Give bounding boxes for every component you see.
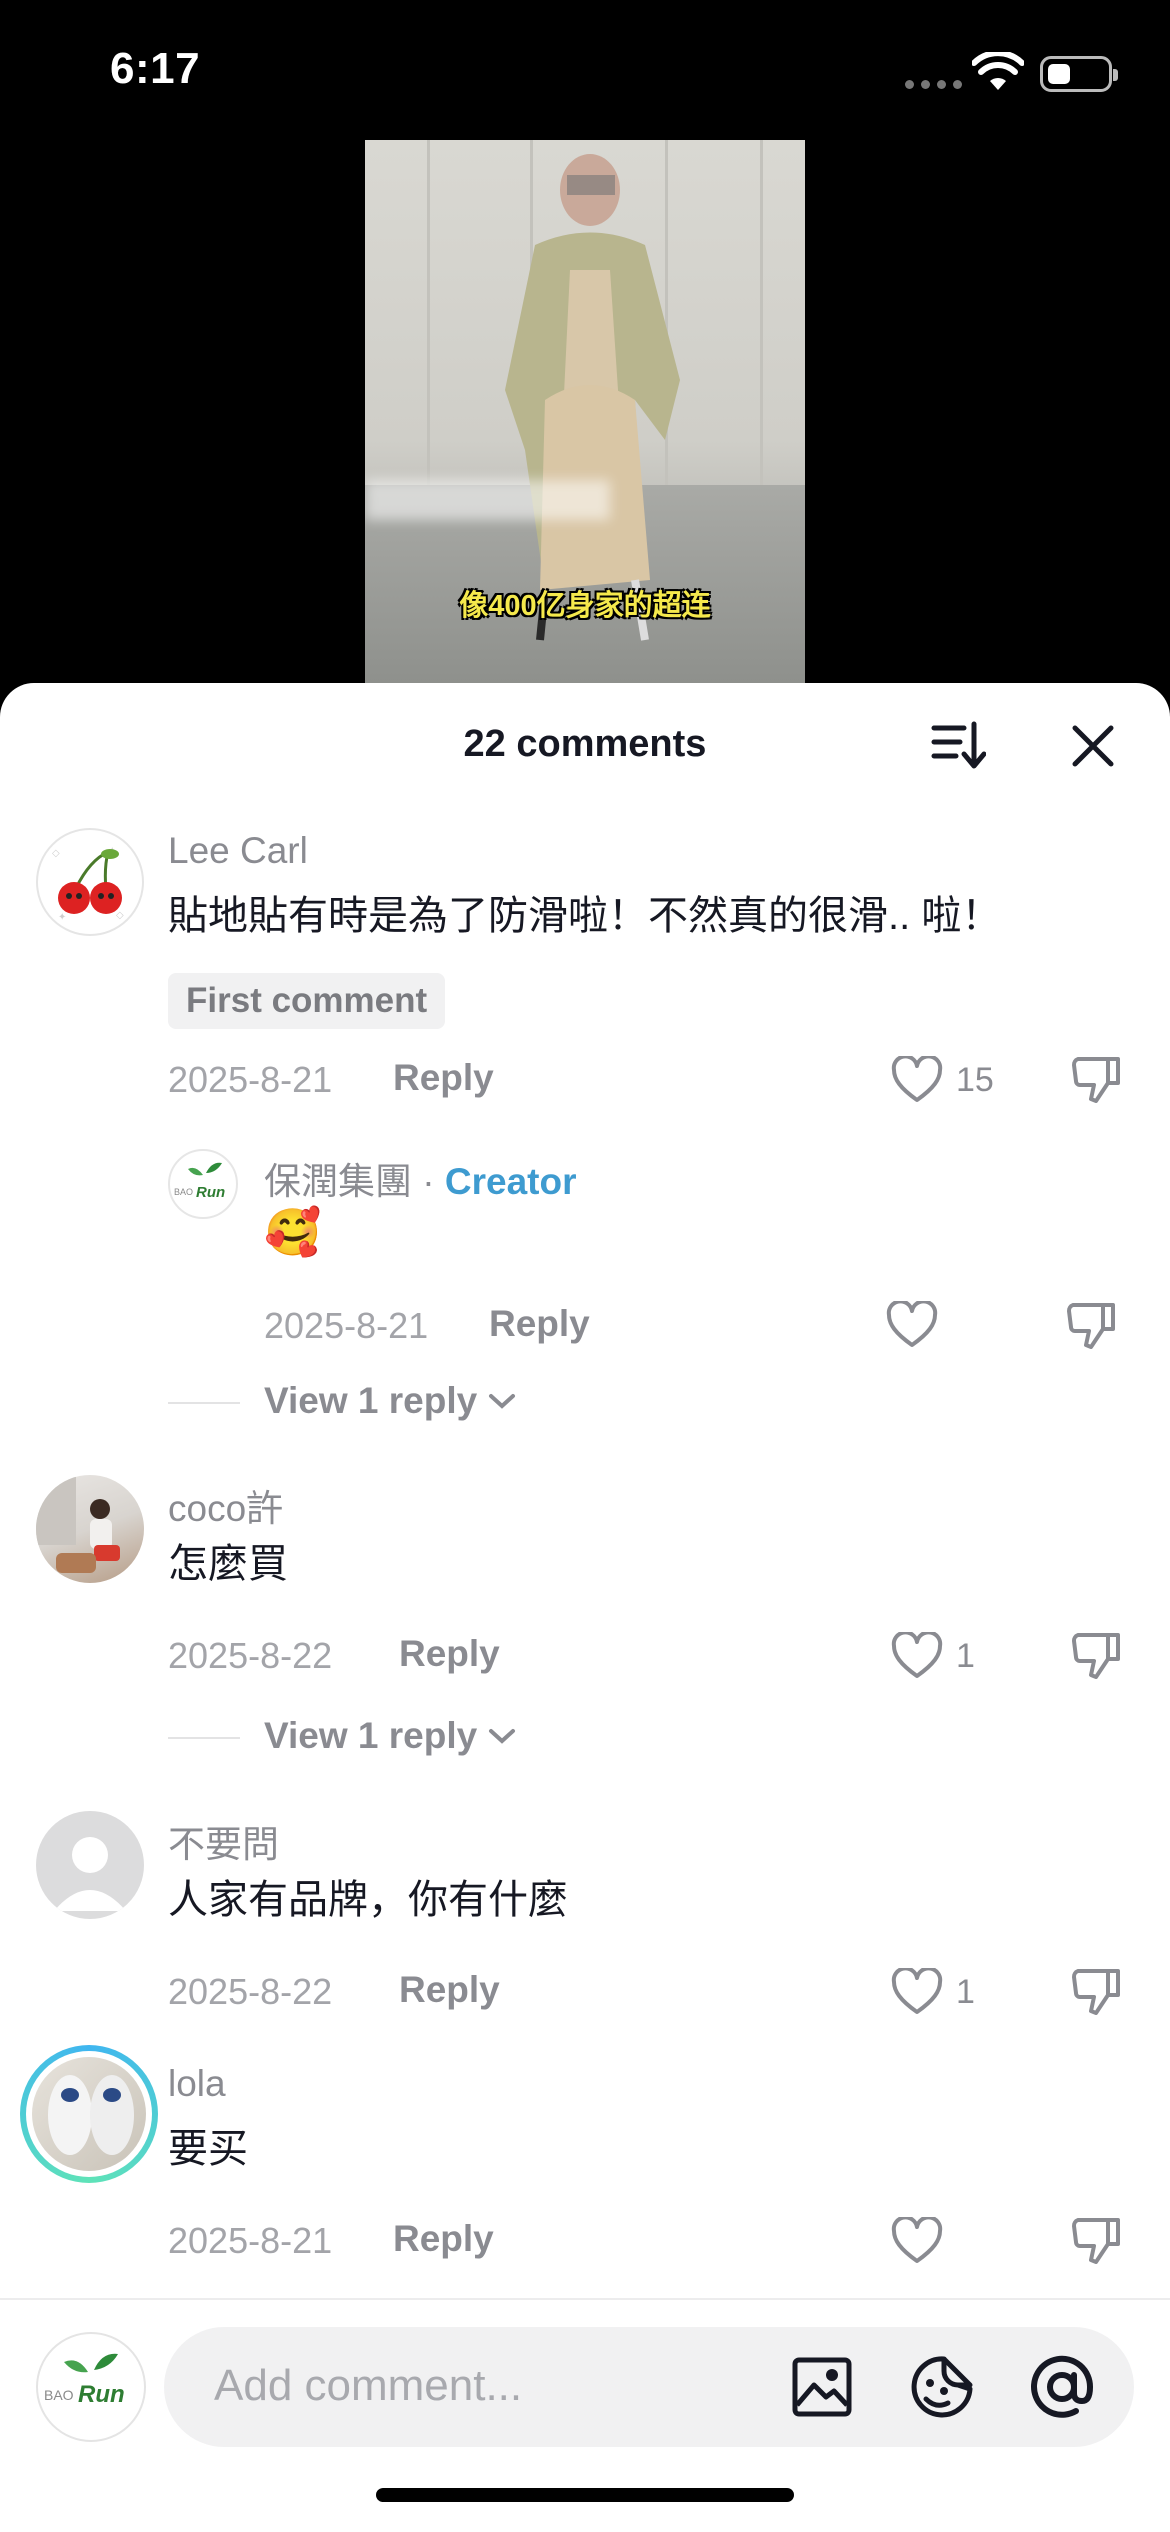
reply-button[interactable]: Reply (489, 1303, 590, 1345)
baorun-logo-icon: BAO Run (44, 2353, 125, 2408)
signal-icon (905, 80, 962, 89)
svg-text:BAO: BAO (174, 1187, 193, 1197)
svg-text:Run: Run (78, 2381, 125, 2408)
reply-username[interactable]: 保潤集團 · Creator (264, 1151, 577, 1205)
cherry-avatar-icon: ◇✦✦◇ (52, 846, 124, 923)
comment-text: 怎麼買 (168, 1542, 288, 1586)
avatar[interactable] (36, 1475, 144, 1583)
svg-text:✦: ✦ (58, 912, 66, 923)
heart-icon[interactable] (885, 1301, 939, 1349)
baorun-logo-icon: BAO Run (174, 1162, 225, 1201)
like-count: 15 (956, 1061, 994, 1099)
wifi-icon (972, 52, 1024, 90)
video-figure (505, 154, 680, 641)
comment-date: 2025-8-21 (168, 1059, 333, 1100)
sneakers-avatar-icon (48, 2075, 134, 2155)
heart-icon[interactable] (890, 2217, 944, 2265)
mention-icon[interactable] (1028, 2353, 1096, 2421)
battery-icon (1040, 56, 1118, 92)
dislike-icon[interactable] (1070, 1965, 1124, 2019)
like-count: 1 (956, 1973, 975, 2011)
video-preview[interactable]: 像400亿身家的超连 (365, 140, 805, 685)
creator-label: Creator (444, 1161, 577, 1202)
dislike-icon[interactable] (1070, 1629, 1124, 1683)
reply-button[interactable]: Reply (399, 1969, 500, 2011)
emoji-icon[interactable] (908, 2353, 976, 2421)
view-replies-button[interactable]: View 1 reply (264, 1380, 519, 1422)
heart-icon[interactable] (890, 1056, 944, 1104)
comment-username[interactable]: lola (168, 2063, 226, 2105)
screen: 6:17 像400亿身家的超连 22 comments ◇ ✦ ◇ Lee Ca… (0, 0, 1170, 2532)
image-icon[interactable] (790, 2355, 854, 2419)
dislike-icon[interactable] (1070, 1053, 1124, 1107)
svg-text:◇: ◇ (116, 910, 124, 921)
chevron-down-icon (489, 1729, 516, 1744)
dislike-icon[interactable] (1070, 2214, 1124, 2268)
svg-text:◇: ◇ (52, 848, 60, 859)
comments-count-title: 22 comments (463, 723, 707, 765)
home-indicator[interactable] (376, 2488, 794, 2502)
comment-text: 人家有品牌，你有什麼 (168, 1878, 568, 1922)
first-comment-badge: First comment (168, 973, 446, 1029)
reply-button[interactable]: Reply (393, 1057, 494, 1099)
heart-icon[interactable] (890, 1632, 944, 1680)
view-replies-button[interactable]: View 1 reply (264, 1715, 519, 1757)
comment-input[interactable]: Add comment... (164, 2327, 1134, 2447)
comment-text: 貼地貼有時是為了防滑啦！不然真的很滑.. 啦！ (168, 894, 1002, 938)
comment-date: 2025-8-22 (168, 1635, 333, 1676)
comment-username[interactable]: coco許 (168, 1478, 283, 1532)
comment-input-placeholder: Add comment... (214, 2361, 523, 2410)
reply-text: 🥰 (264, 1206, 322, 1258)
heart-icon[interactable] (890, 1968, 944, 2016)
status-time: 6:17 (110, 44, 201, 93)
svg-text:Run: Run (196, 1184, 225, 1201)
avatar (32, 2057, 146, 2171)
svg-text:BAO: BAO (44, 2387, 74, 2403)
my-avatar[interactable]: BAO Run (36, 2332, 146, 2442)
comment-date: 2025-8-22 (168, 1971, 333, 2012)
comment-date: 2025-8-21 (168, 2220, 333, 2261)
default-avatar-icon (54, 1837, 126, 1911)
reply-button[interactable]: Reply (393, 2218, 494, 2260)
avatar[interactable]: ◇✦✦◇ (36, 828, 144, 936)
reply-date: 2025-8-21 (264, 1305, 429, 1346)
comment-username[interactable]: 不要問 (168, 1814, 279, 1868)
video-subtitle: 像400亿身家的超连 (459, 590, 711, 622)
comment-username[interactable]: Lee Carl (168, 830, 308, 872)
comment-text: 要买 (168, 2127, 248, 2171)
story-ring[interactable] (20, 2045, 158, 2183)
chevron-down-icon (489, 1394, 516, 1409)
dislike-icon[interactable] (1065, 1299, 1119, 1353)
photo-avatar-icon (36, 1475, 120, 1573)
avatar[interactable] (36, 1811, 144, 1919)
reply-button[interactable]: Reply (399, 1633, 500, 1675)
close-icon[interactable] (1070, 723, 1116, 769)
comments-sheet: 22 comments ◇✦✦◇ Lee Carl 貼地 (0, 683, 1170, 2532)
avatar[interactable]: BAO Run (168, 1149, 238, 1219)
sort-icon[interactable] (930, 720, 986, 772)
like-count: 1 (956, 1637, 975, 1675)
